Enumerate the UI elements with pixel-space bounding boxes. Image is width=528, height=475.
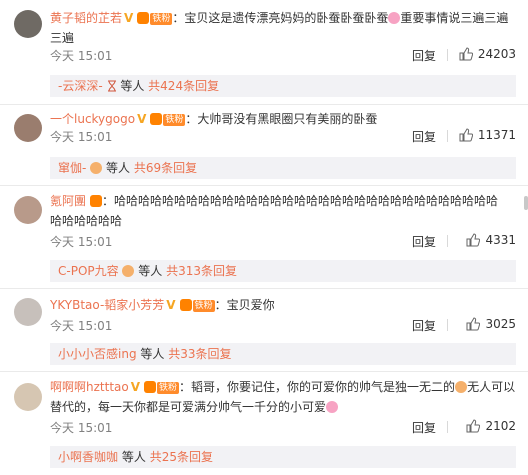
- like-count: 3025: [485, 317, 516, 331]
- divider: [0, 104, 528, 105]
- thumbs-up-icon: [459, 128, 473, 142]
- comment-meta: 今天 15:01 回复 2102: [50, 419, 516, 437]
- reply-count[interactable]: 共69条回复: [134, 161, 197, 175]
- reply-others: 等人: [121, 450, 146, 464]
- reply-count[interactable]: 共424条回复: [148, 79, 219, 93]
- avatar[interactable]: [14, 383, 42, 411]
- avatar[interactable]: [14, 196, 42, 224]
- comment-text-line2: 三遍: [50, 31, 75, 45]
- comment-text: 大帅哥没有黑眼圈只有美丽的卧蚕: [197, 112, 378, 126]
- reply-others: 等人: [106, 161, 131, 175]
- divider: [447, 130, 448, 142]
- thumbs-up-icon: [466, 419, 481, 433]
- comment-meta: 今天 15:01 回复 11371: [50, 128, 516, 146]
- reply-thread-summary[interactable]: 窜伽- 等人 共69条回复: [50, 157, 516, 179]
- thumbs-up-icon: [466, 233, 481, 247]
- reply-button[interactable]: 回复: [412, 419, 436, 436]
- comment-text-line2: 哈哈哈哈哈哈: [50, 214, 123, 228]
- reply-count[interactable]: 共33条回复: [168, 347, 231, 361]
- reply-user[interactable]: 窜伽-: [58, 161, 86, 175]
- username[interactable]: YKYBtao-韬家小芳芳: [50, 298, 164, 312]
- timestamp: 今天 15:01: [50, 235, 113, 249]
- comment-meta: 今天 15:01 回复 4331: [50, 233, 516, 251]
- reply-thread-summary[interactable]: -云深深- 等人 共424条回复: [50, 75, 516, 97]
- like-count: 4331: [485, 233, 516, 247]
- hourglass-icon: [107, 80, 116, 92]
- username[interactable]: 黄子韬的芷若: [50, 11, 122, 25]
- divider: [447, 421, 448, 433]
- divider: [447, 49, 448, 61]
- vip-icon: V: [166, 298, 176, 312]
- comment-meta: 今天 15:01 回复 3025: [50, 317, 516, 335]
- reply-user[interactable]: -云深深-: [58, 79, 103, 93]
- divider: [447, 235, 448, 247]
- reply-count[interactable]: 共313条回复: [166, 264, 237, 278]
- comment-meta: 今天 15:01 回复 24203: [50, 47, 516, 65]
- fan-emoji-icon: [122, 265, 135, 277]
- comment-text-line2: 替代的，每一天你都是可爱满分帅气一千分的小可爱: [50, 400, 327, 414]
- reply-others: 等人: [120, 79, 145, 93]
- timestamp: 今天 15:01: [50, 49, 113, 63]
- divider: [0, 371, 528, 372]
- tie-fan-badge: 铁粉: [192, 300, 215, 312]
- reply-thread-summary[interactable]: 小啊香咖咖 等人 共25条回复: [50, 446, 516, 468]
- thumbs-up-icon: [466, 317, 481, 331]
- divider: [0, 185, 528, 186]
- comment-text: 宝贝爱你: [226, 298, 275, 312]
- fan-badge-icon: [179, 299, 192, 311]
- reply-button[interactable]: 回复: [412, 128, 436, 145]
- like-button[interactable]: 4331: [466, 233, 516, 247]
- avatar[interactable]: [14, 298, 42, 326]
- fan-badge-icon: [150, 113, 163, 125]
- fan-emoji-icon: [90, 162, 103, 174]
- reply-user[interactable]: 小啊香咖咖: [58, 450, 118, 464]
- scrollbar[interactable]: [524, 196, 528, 210]
- reply-user[interactable]: C-POP九容: [58, 264, 119, 278]
- comment-text-cont: 无人可以: [467, 380, 516, 394]
- username[interactable]: 一个luckygogo: [50, 112, 135, 126]
- divider: [0, 288, 528, 289]
- like-count: 11371: [477, 128, 516, 142]
- username[interactable]: 氪阿團: [50, 194, 86, 208]
- fan-badge-icon: [90, 195, 103, 207]
- reply-button[interactable]: 回复: [412, 317, 436, 334]
- like-button[interactable]: 11371: [459, 128, 516, 142]
- like-button[interactable]: 24203: [459, 47, 516, 61]
- timestamp: 今天 15:01: [50, 319, 113, 333]
- tie-fan-badge: 铁粉: [150, 13, 173, 25]
- timestamp: 今天 15:01: [50, 130, 113, 144]
- avatar[interactable]: [14, 114, 42, 142]
- like-count: 2102: [485, 419, 516, 433]
- tie-fan-badge: 铁粉: [163, 114, 186, 126]
- reply-thread-summary[interactable]: C-POP九容 等人 共313条回复: [50, 260, 516, 282]
- tie-fan-badge: 铁粉: [157, 382, 180, 394]
- comment-text: 韬哥，你要记住，你的可爱你的帅气是独一无二的: [191, 380, 456, 394]
- reply-count[interactable]: 共25条回复: [150, 450, 213, 464]
- pig-emoji-icon: [388, 12, 401, 24]
- divider: [447, 319, 448, 331]
- like-count: 24203: [477, 47, 516, 61]
- fan-badge-icon: [144, 381, 157, 393]
- reply-button[interactable]: 回复: [412, 47, 436, 64]
- comment-text-cont: 重要事情说三遍三遍: [400, 11, 509, 25]
- like-button[interactable]: 3025: [466, 317, 516, 331]
- reply-button[interactable]: 回复: [412, 233, 436, 250]
- reply-thread-summary[interactable]: 小小小否感ing 等人 共33条回复: [50, 343, 516, 365]
- reply-user[interactable]: 小小小否感ing: [58, 347, 137, 361]
- like-button[interactable]: 2102: [466, 419, 516, 433]
- thumbs-up-icon: [459, 47, 473, 61]
- heart-emoji-icon: [326, 401, 339, 413]
- reply-others: 等人: [138, 264, 163, 278]
- timestamp: 今天 15:01: [50, 421, 113, 435]
- comment-text: 宝贝这是遗传漂亮妈妈的卧蚕卧蚕卧蚕: [184, 11, 389, 25]
- shy-emoji-icon: [455, 381, 468, 393]
- avatar[interactable]: [14, 10, 42, 38]
- vip-icon: V: [137, 112, 147, 126]
- fan-badge-icon: [137, 12, 150, 24]
- username[interactable]: 啊啊啊hztttao: [50, 380, 129, 394]
- comment-text: 哈哈哈哈哈哈哈哈哈哈哈哈哈哈哈哈哈哈哈哈哈哈哈哈哈哈哈哈哈哈哈哈: [114, 194, 499, 208]
- vip-icon: V: [124, 11, 134, 25]
- vip-icon: V: [130, 380, 141, 394]
- reply-others: 等人: [140, 347, 165, 361]
